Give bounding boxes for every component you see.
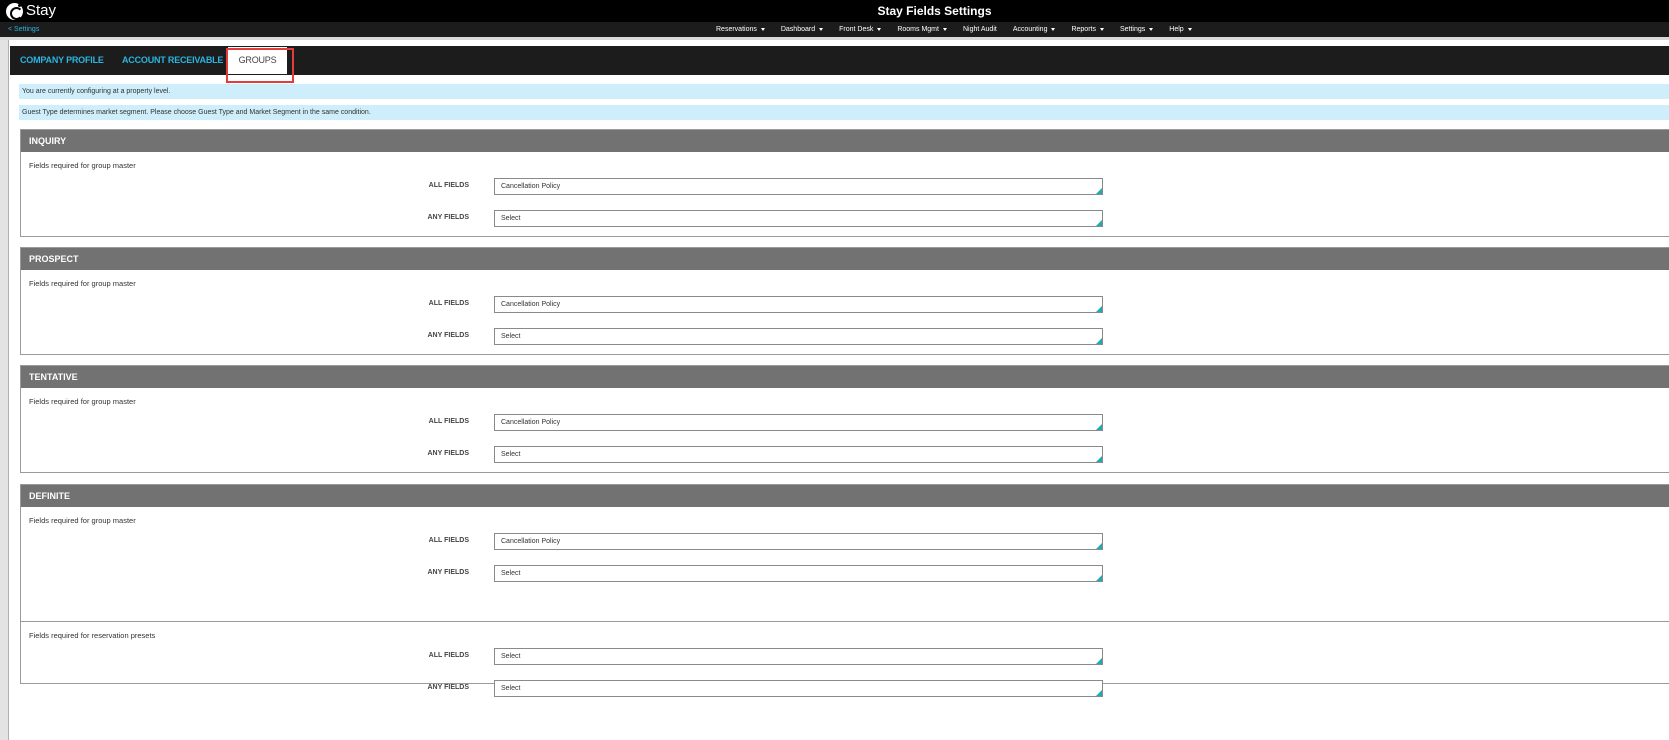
section-title: TENTATIVE	[21, 366, 1669, 388]
group-master-label: Fields required for group master	[29, 279, 136, 288]
menu-help[interactable]: Help	[1169, 24, 1192, 35]
any-fields-select[interactable]: Select	[494, 328, 1103, 345]
menu-label: Dashboard	[780, 26, 816, 33]
all-fields-label: ALL FIELDS	[428, 537, 469, 544]
any-fields-row: ANY FIELDS Select	[21, 680, 1669, 697]
all-fields-label: ALL FIELDS	[428, 418, 469, 425]
header-divider	[0, 37, 1669, 40]
caret-down-icon	[877, 27, 882, 31]
all-fields-label: ALL FIELDS	[428, 182, 469, 189]
caret-down-icon	[760, 27, 765, 31]
caret-down-icon	[819, 27, 824, 31]
any-fields-row: ANY FIELDS Select	[21, 210, 1669, 227]
top-bar: Stay Stay Fields Settings	[0, 0, 1669, 22]
all-fields-select[interactable]: Cancellation Policy	[494, 296, 1103, 313]
any-fields-select[interactable]: Select	[494, 210, 1103, 227]
menu-label: Accounting	[1012, 26, 1048, 33]
menu-rooms-mgmt[interactable]: Rooms Mgmt	[897, 24, 947, 35]
group-master-block: Fields required for group master ALL FIE…	[21, 388, 1669, 472]
menu-reports[interactable]: Reports	[1071, 24, 1104, 35]
page-title: Stay Fields Settings	[877, 4, 992, 18]
any-fields-row: ANY FIELDS Select	[21, 565, 1669, 582]
all-fields-label: ALL FIELDS	[428, 300, 469, 307]
group-master-block: Fields required for group master ALL FIE…	[21, 507, 1669, 621]
tab-account-receivable[interactable]: ACCOUNT RECEIVABLE	[122, 46, 223, 75]
groups-tab-highlight	[226, 48, 294, 83]
any-fields-label: ANY FIELDS	[427, 569, 470, 576]
menu-front-desk[interactable]: Front Desk	[839, 24, 882, 35]
nav-bar: < Settings Reservations Dashboard Front …	[0, 22, 1669, 37]
section-definite: DEFINITE Fields required for group maste…	[20, 484, 1669, 697]
menu-label: Night Audit	[962, 26, 997, 33]
reservation-presets-block: Fields required for reservation presets …	[21, 621, 1669, 705]
section-inquiry: INQUIRY Fields required for group master…	[20, 129, 1669, 237]
all-fields-select[interactable]: Cancellation Policy	[494, 533, 1103, 550]
menu-label: Reservations	[716, 26, 757, 33]
group-master-label: Fields required for group master	[29, 397, 136, 406]
all-fields-select[interactable]: Cancellation Policy	[494, 414, 1103, 431]
section-title: INQUIRY	[21, 130, 1669, 152]
all-fields-select[interactable]: Cancellation Policy	[494, 178, 1103, 195]
all-fields-row: ALL FIELDS Cancellation Policy	[21, 296, 1669, 313]
section-tentative: TENTATIVE Fields required for group mast…	[20, 365, 1669, 473]
left-gutter	[0, 40, 9, 740]
menu-dashboard[interactable]: Dashboard	[780, 24, 824, 35]
group-master-label: Fields required for group master	[29, 161, 136, 170]
caret-down-icon	[1187, 27, 1192, 31]
tab-company-profile[interactable]: COMPANY PROFILE	[20, 46, 104, 75]
any-fields-select[interactable]: Select	[494, 680, 1103, 697]
menu-label: Front Desk	[839, 26, 874, 33]
all-fields-row: ALL FIELDS Select	[21, 648, 1669, 665]
guest-type-notice: Guest Type determines market segment. Pl…	[19, 105, 1669, 120]
any-fields-label: ANY FIELDS	[427, 332, 470, 339]
any-fields-row: ANY FIELDS Select	[21, 446, 1669, 463]
group-master-block: Fields required for group master ALL FIE…	[21, 152, 1669, 236]
group-master-label: Fields required for group master	[29, 516, 136, 525]
caret-down-icon	[1051, 27, 1056, 31]
menu-label: Help	[1169, 26, 1184, 33]
menu-reservations[interactable]: Reservations	[716, 24, 765, 35]
menu-settings[interactable]: Settings	[1119, 24, 1154, 35]
all-fields-row: ALL FIELDS Cancellation Policy	[21, 178, 1669, 195]
section-prospect: PROSPECT Fields required for group maste…	[20, 247, 1669, 355]
menu-label: Reports	[1071, 26, 1096, 33]
any-fields-label: ANY FIELDS	[427, 684, 470, 691]
all-fields-select[interactable]: Select	[494, 648, 1103, 665]
caret-down-icon	[942, 27, 947, 31]
any-fields-label: ANY FIELDS	[427, 214, 470, 221]
section-title: PROSPECT	[21, 248, 1669, 270]
caret-down-icon	[1099, 27, 1104, 31]
all-fields-row: ALL FIELDS Cancellation Policy	[21, 414, 1669, 431]
back-to-settings-link[interactable]: < Settings	[8, 24, 39, 35]
main-menu: Reservations Dashboard Front Desk Rooms …	[716, 24, 1208, 35]
group-master-block: Fields required for group master ALL FIE…	[21, 270, 1669, 354]
any-fields-label: ANY FIELDS	[427, 450, 470, 457]
all-fields-row: ALL FIELDS Cancellation Policy	[21, 533, 1669, 550]
all-fields-label: ALL FIELDS	[428, 652, 469, 659]
reservation-presets-label: Fields required for reservation presets	[29, 631, 156, 640]
menu-label: Rooms Mgmt	[897, 26, 939, 33]
section-title: DEFINITE	[21, 485, 1669, 507]
menu-night-audit[interactable]: Night Audit	[963, 24, 997, 35]
menu-label: Settings	[1119, 26, 1146, 33]
caret-down-icon	[1149, 27, 1154, 31]
property-level-notice: You are currently configuring at a prope…	[19, 84, 1669, 99]
any-fields-select[interactable]: Select	[494, 565, 1103, 582]
any-fields-row: ANY FIELDS Select	[21, 328, 1669, 345]
menu-accounting[interactable]: Accounting	[1013, 24, 1056, 35]
any-fields-select[interactable]: Select	[494, 446, 1103, 463]
